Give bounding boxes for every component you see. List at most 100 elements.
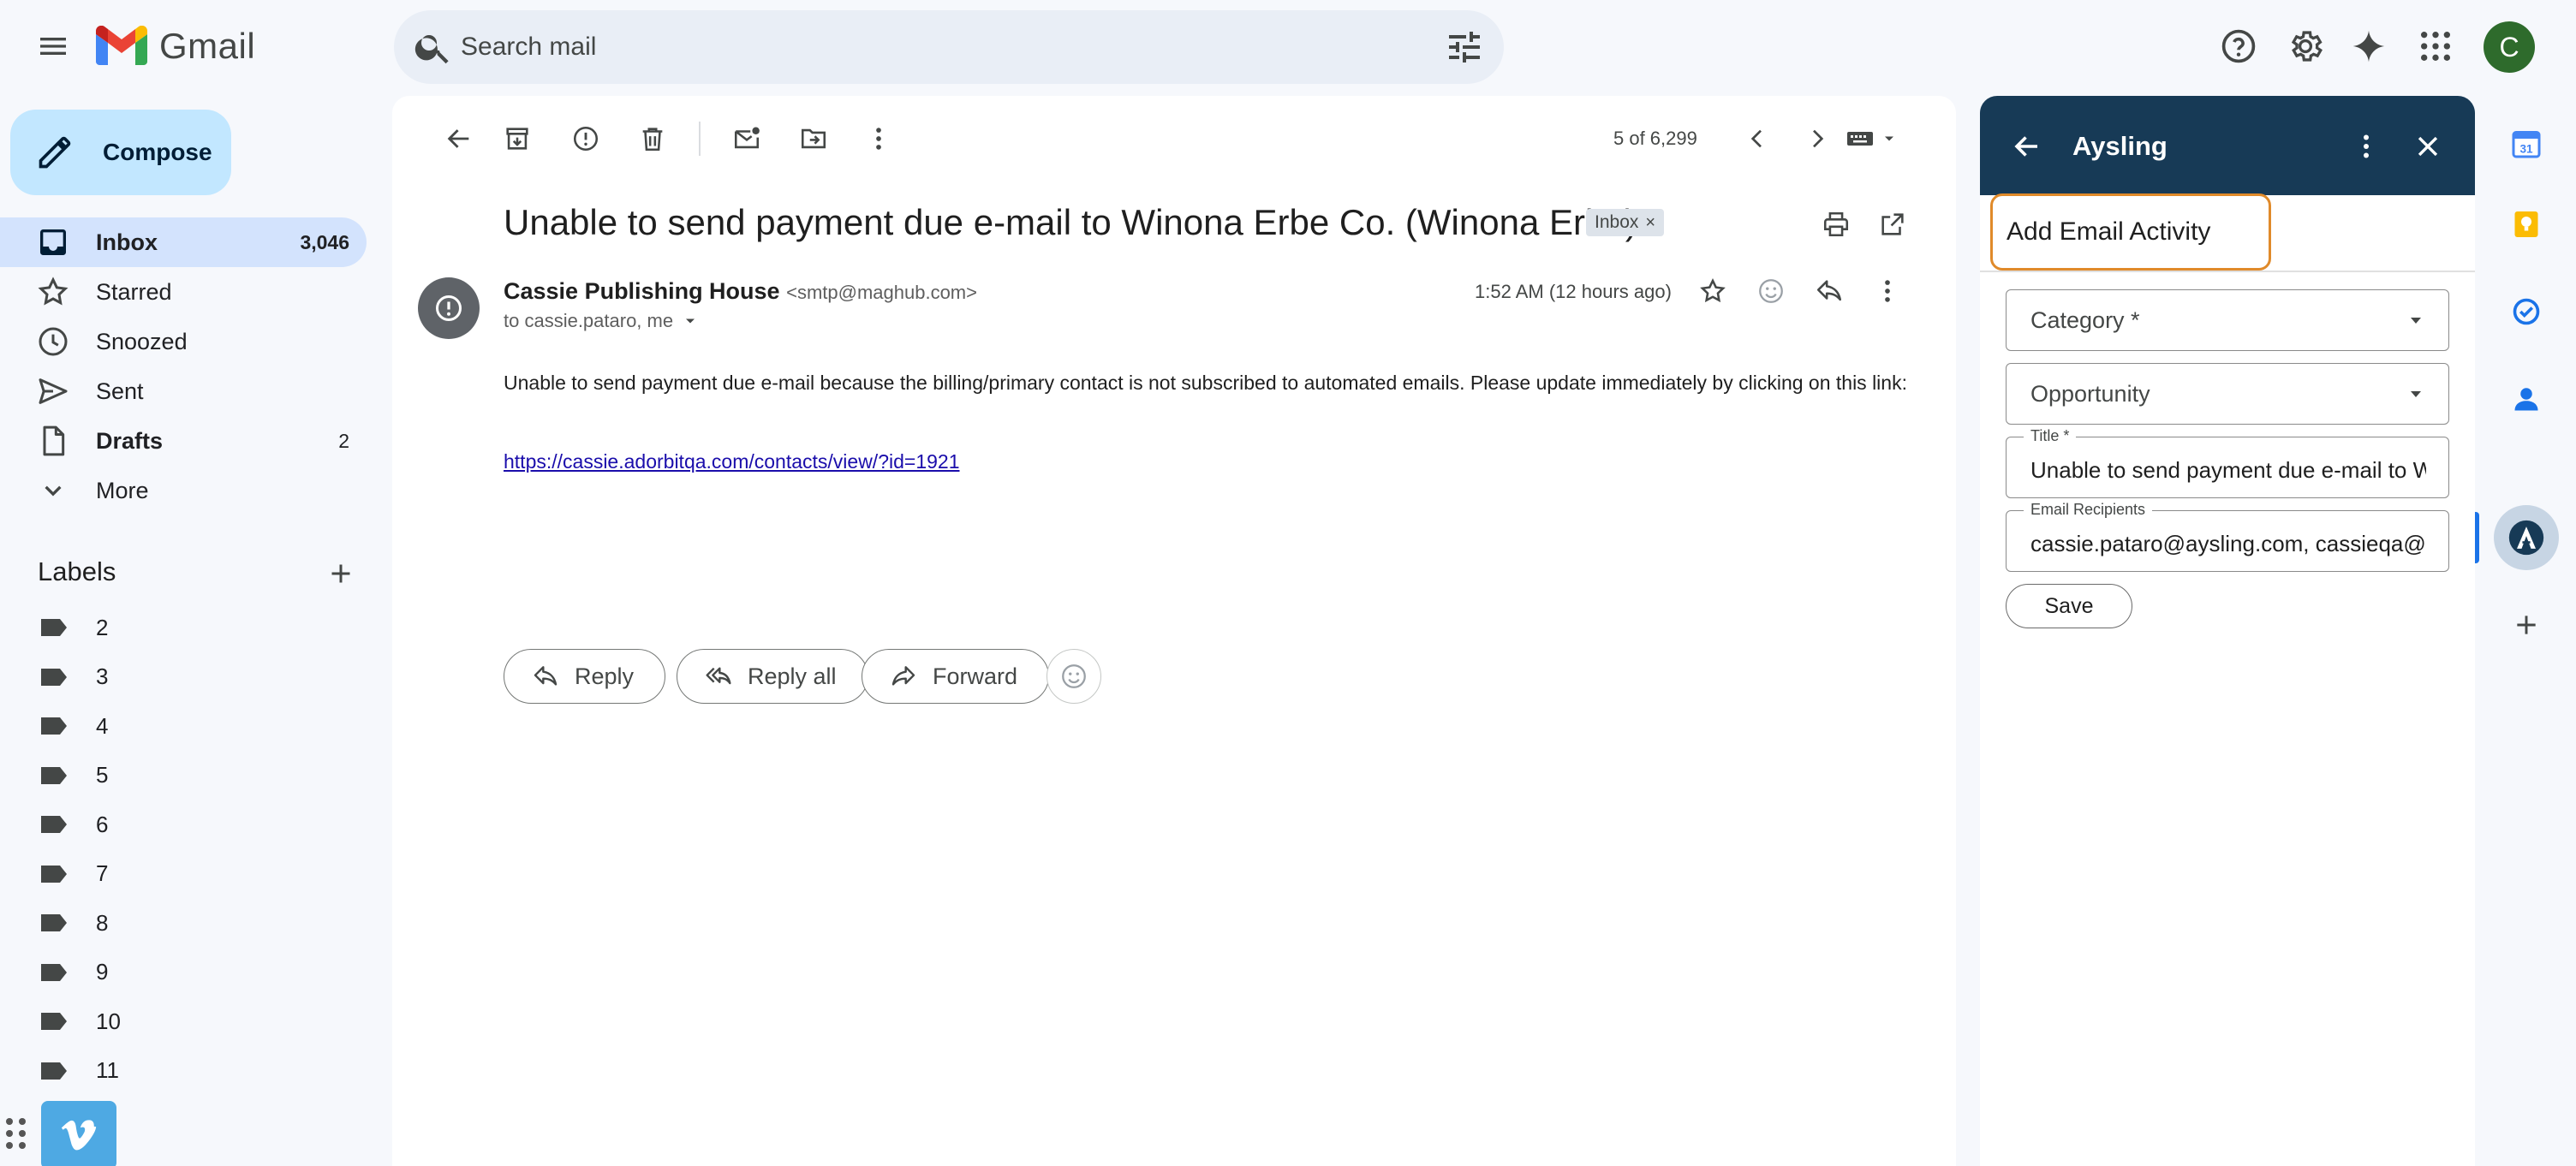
vimeo-extension-button[interactable]: [41, 1101, 116, 1166]
gmail-logo-icon[interactable]: [96, 26, 147, 65]
open-new-window-button[interactable]: [1872, 204, 1913, 245]
move-to-button[interactable]: [788, 113, 839, 164]
label-name: 6: [96, 811, 109, 837]
aysling-menu-button[interactable]: [2346, 127, 2386, 166]
label-item[interactable]: 8: [0, 898, 368, 948]
label-tag-icon: [41, 865, 67, 883]
input-tools-button[interactable]: [1846, 122, 1915, 156]
sender-info: Cassie Publishing House <smtp@maghub.com…: [504, 276, 977, 308]
email-body: Unable to send payment due e-mail becaus…: [504, 372, 1907, 394]
search-input[interactable]: Search mail: [461, 10, 596, 84]
sidebar-item-drafts[interactable]: Drafts 2: [0, 416, 367, 466]
email-recipients-field[interactable]: Email Recipients cassie.pataro@aysling.c…: [2006, 499, 2449, 572]
label-item[interactable]: 9: [0, 948, 368, 997]
vimeo-icon: [61, 1120, 97, 1151]
message-more-button[interactable]: [1867, 271, 1908, 312]
label-name: 10: [96, 1008, 121, 1034]
delete-button[interactable]: [627, 113, 678, 164]
search-icon[interactable]: [413, 27, 454, 68]
title-input[interactable]: Unable to send payment due e-mail to Win…: [2030, 453, 2426, 487]
tasks-addon-button[interactable]: [2496, 281, 2557, 342]
aysling-back-button[interactable]: [2007, 127, 2047, 166]
search-options-icon[interactable]: [1444, 27, 1485, 68]
more-actions-button[interactable]: [853, 113, 904, 164]
label-item[interactable]: 5: [0, 751, 368, 800]
aysling-addon-button[interactable]: [2494, 505, 2559, 570]
label-item[interactable]: 2: [0, 603, 368, 652]
recipients-input[interactable]: cassie.pataro@aysling.com, cassieqa@gmai…: [2030, 526, 2426, 561]
sparkle-icon: [2352, 30, 2385, 62]
tasks-check-icon: [2513, 298, 2540, 325]
title-field[interactable]: Title * Unable to send payment due e-mai…: [2006, 425, 2449, 498]
label-item[interactable]: 3: [0, 652, 368, 702]
label-item[interactable]: 7: [0, 849, 368, 899]
alert-circle-icon: [436, 295, 462, 321]
star-button[interactable]: [1692, 271, 1733, 312]
sender-name[interactable]: Cassie Publishing House: [504, 278, 780, 304]
sidebar-item-starred[interactable]: Starred: [0, 267, 367, 317]
caret-down-icon[interactable]: [682, 312, 699, 330]
chip-close-icon[interactable]: ×: [1645, 213, 1655, 233]
search-bar[interactable]: Search mail: [394, 10, 1504, 84]
label-tag-icon: [41, 668, 67, 686]
settings-button[interactable]: [2283, 24, 2328, 68]
aysling-close-button[interactable]: [2408, 127, 2448, 166]
label-item[interactable]: 6: [0, 800, 368, 849]
sidebar-item-sent[interactable]: Sent: [0, 366, 367, 416]
folder-move-icon: [801, 128, 826, 149]
save-button[interactable]: Save: [2006, 584, 2132, 628]
gemini-button[interactable]: [2346, 24, 2391, 68]
alert-icon: [573, 126, 599, 152]
create-label-button[interactable]: [322, 555, 360, 592]
keep-addon-button[interactable]: [2496, 193, 2557, 255]
more-vert-icon: [876, 128, 881, 150]
account-avatar[interactable]: C: [2484, 21, 2535, 73]
opportunity-select[interactable]: Opportunity: [2006, 363, 2449, 425]
print-button[interactable]: [1816, 204, 1857, 245]
reply-all-button[interactable]: Reply all: [677, 649, 868, 704]
label-item[interactable]: 4: [0, 701, 368, 751]
get-addons-button[interactable]: [2496, 594, 2557, 656]
labels-heading: Labels: [38, 556, 116, 586]
sidebar-item-more[interactable]: More: [0, 466, 367, 515]
older-button[interactable]: [1792, 113, 1843, 164]
main-menu-button[interactable]: [21, 14, 86, 79]
archive-button[interactable]: [492, 113, 543, 164]
inbox-label-chip[interactable]: Inbox ×: [1586, 209, 1665, 236]
sidebar-item-snoozed[interactable]: Snoozed: [0, 317, 367, 366]
compose-button[interactable]: Compose: [10, 110, 231, 195]
category-placeholder: Category *: [2030, 307, 2140, 333]
apps-button[interactable]: [2413, 24, 2458, 68]
add-reaction-button[interactable]: [1750, 271, 1792, 312]
star-icon: [1700, 278, 1726, 303]
label-item[interactable]: 11: [0, 1046, 368, 1096]
drag-handle-icon[interactable]: [3, 1115, 29, 1152]
newer-button[interactable]: [1732, 113, 1783, 164]
reply-icon-button[interactable]: [1809, 271, 1850, 312]
opportunity-placeholder: Opportunity: [2030, 381, 2150, 407]
category-select[interactable]: Category *: [2006, 289, 2449, 351]
label-item[interactable]: 10: [0, 996, 368, 1046]
sidebar-item-label: Inbox: [96, 229, 158, 255]
report-spam-button[interactable]: [560, 113, 611, 164]
reply-label: Reply: [575, 663, 635, 689]
contacts-addon-button[interactable]: [2496, 368, 2557, 430]
open-in-new-icon: [1881, 213, 1904, 235]
help-button[interactable]: [2216, 24, 2261, 68]
sender-avatar[interactable]: [418, 277, 480, 339]
reply-button[interactable]: Reply: [504, 649, 666, 704]
forward-button[interactable]: Forward: [862, 649, 1050, 704]
sidebar-item-inbox[interactable]: Inbox 3,046: [0, 217, 367, 267]
email-timestamp: 1:52 AM (12 hours ago): [1475, 281, 1672, 302]
draft-icon: [43, 425, 65, 456]
emoji-reply-button[interactable]: [1046, 649, 1101, 704]
title-label: Title *: [2024, 425, 2077, 446]
back-button[interactable]: [433, 113, 485, 164]
calendar-addon-button[interactable]: 31: [2496, 113, 2557, 175]
trash-icon: [642, 128, 663, 152]
recipients-line[interactable]: to cassie.pataro, me: [504, 308, 699, 334]
arrow-left-icon: [2014, 136, 2037, 157]
contact-link[interactable]: https://cassie.adorbitqa.com/contacts/vi…: [504, 447, 960, 476]
label-tag-icon: [41, 963, 67, 981]
mark-unread-button[interactable]: [721, 113, 772, 164]
